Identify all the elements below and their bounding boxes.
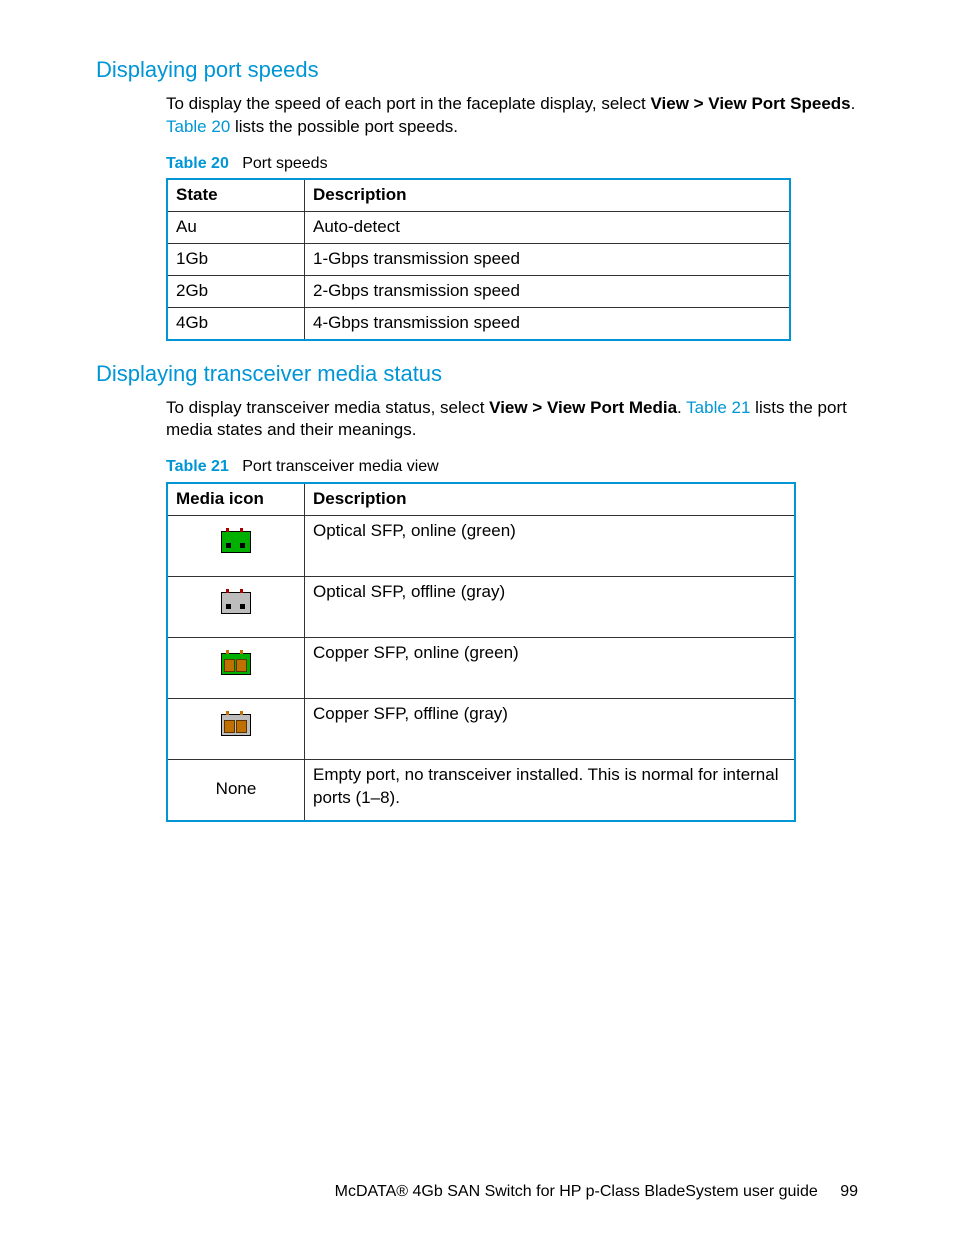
table-row: None Empty port, no transceiver installe… [167, 759, 795, 821]
table-header: Media icon [167, 483, 305, 515]
menu-path: View > View Port Speeds [650, 94, 850, 113]
optical-sfp-offline-icon [221, 592, 251, 614]
optical-sfp-online-icon [221, 531, 251, 553]
table-cell: Optical SFP, online (green) [305, 515, 796, 576]
table-row: 2Gb 2-Gbps transmission speed [167, 275, 790, 307]
table-cell: Empty port, no transceiver installed. Th… [305, 759, 796, 821]
table-cell: 4Gb [167, 307, 305, 339]
page-number: 99 [840, 1183, 858, 1200]
table-ref-link[interactable]: Table 21 [686, 398, 750, 417]
table-cell: 2Gb [167, 275, 305, 307]
footer-title: McDATA® 4Gb SAN Switch for HP p-Class Bl… [335, 1183, 818, 1200]
table-row: 4Gb 4-Gbps transmission speed [167, 307, 790, 339]
table-row: Copper SFP, online (green) [167, 637, 795, 698]
menu-path: View > View Port Media [489, 398, 677, 417]
media-icon-cell [167, 576, 305, 637]
table-label: Table 20 [166, 155, 229, 172]
text-fragment: To display transceiver media status, sel… [166, 398, 489, 417]
table-cell: Copper SFP, online (green) [305, 637, 796, 698]
document-page: Displaying port speeds To display the sp… [0, 0, 954, 1235]
table-cell: Au [167, 212, 305, 244]
media-icon-cell [167, 515, 305, 576]
table-caption-20: Table 20 Port speeds [166, 153, 858, 175]
table-ref-link[interactable]: Table 20 [166, 117, 230, 136]
table-row: Copper SFP, offline (gray) [167, 698, 795, 759]
table-header: Description [305, 179, 791, 211]
text-fragment: . [677, 398, 686, 417]
table-name: Port transceiver media view [242, 458, 439, 475]
media-icon-cell [167, 637, 305, 698]
table-cell: Copper SFP, offline (gray) [305, 698, 796, 759]
media-icon-cell: None [167, 759, 305, 821]
table-cell: 2-Gbps transmission speed [305, 275, 791, 307]
section-heading-media-status: Displaying transceiver media status [96, 359, 858, 389]
section-heading-port-speeds: Displaying port speeds [96, 55, 858, 85]
text-fragment: . [851, 94, 856, 113]
table-cell: 4-Gbps transmission speed [305, 307, 791, 339]
table-name: Port speeds [242, 155, 327, 172]
table-cell: 1-Gbps transmission speed [305, 244, 791, 276]
table-port-speeds: State Description Au Auto-detect 1Gb 1-G… [166, 178, 791, 341]
table-cell: Optical SFP, offline (gray) [305, 576, 796, 637]
table-label: Table 21 [166, 458, 229, 475]
table-header: Description [305, 483, 796, 515]
table-cell: Auto-detect [305, 212, 791, 244]
table-row: Optical SFP, offline (gray) [167, 576, 795, 637]
text-fragment: To display the speed of each port in the… [166, 94, 650, 113]
copper-sfp-offline-icon [221, 714, 251, 736]
paragraph-media-status: To display transceiver media status, sel… [166, 397, 858, 443]
page-footer: McDATA® 4Gb SAN Switch for HP p-Class Bl… [335, 1181, 858, 1203]
table-media-view: Media icon Description Optical SFP, onli… [166, 482, 796, 822]
table-header: State [167, 179, 305, 211]
table-caption-21: Table 21 Port transceiver media view [166, 456, 858, 478]
media-icon-cell [167, 698, 305, 759]
table-row: Optical SFP, online (green) [167, 515, 795, 576]
table-row: 1Gb 1-Gbps transmission speed [167, 244, 790, 276]
copper-sfp-online-icon [221, 653, 251, 675]
text-fragment: lists the possible port speeds. [230, 117, 458, 136]
table-row: Au Auto-detect [167, 212, 790, 244]
table-cell: 1Gb [167, 244, 305, 276]
paragraph-port-speeds: To display the speed of each port in the… [166, 93, 858, 139]
